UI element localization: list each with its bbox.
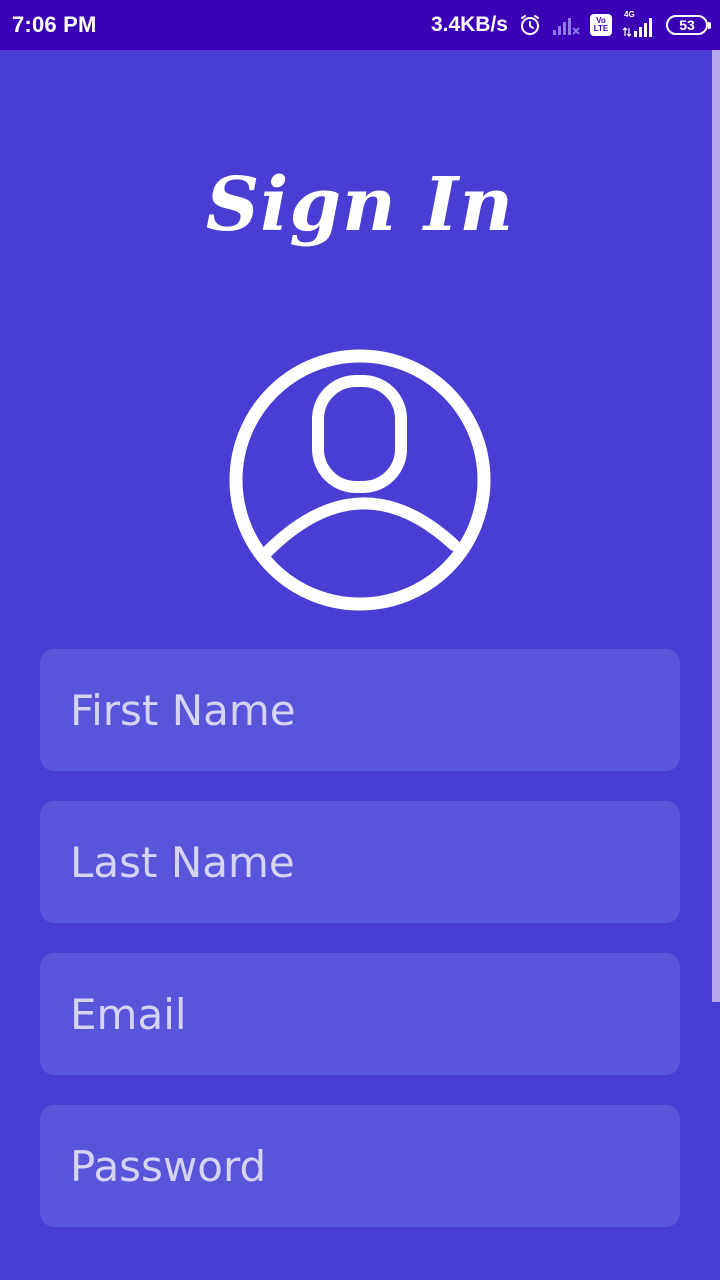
page-title: Sign In bbox=[205, 162, 515, 248]
email-input[interactable] bbox=[70, 989, 650, 1039]
status-time: 7:06 PM bbox=[12, 12, 97, 37]
signal-4g-icon: 4G bbox=[622, 10, 656, 38]
alarm-icon bbox=[518, 13, 542, 37]
battery-icon: 53 bbox=[666, 15, 711, 35]
last-name-input[interactable] bbox=[70, 837, 650, 887]
first-name-field[interactable] bbox=[40, 649, 680, 771]
user-circle-icon bbox=[228, 348, 492, 612]
password-field[interactable] bbox=[40, 1105, 680, 1227]
volte-icon: Vo LTE bbox=[590, 14, 612, 36]
email-field[interactable] bbox=[40, 953, 680, 1075]
status-icons: 3.4KB/s Vo LTE 4G 53 bbox=[430, 10, 711, 38]
signal-off-icon bbox=[552, 14, 580, 36]
password-input[interactable] bbox=[70, 1141, 650, 1191]
battery-level: 53 bbox=[679, 17, 695, 33]
volte-bottom-label: LTE bbox=[593, 24, 609, 33]
first-name-input[interactable] bbox=[70, 685, 650, 735]
last-name-field[interactable] bbox=[40, 801, 680, 923]
status-bar: 7:06 PM 3.4KB/s Vo LTE 4G 53 bbox=[0, 0, 720, 50]
network-speed: 3.4KB/s bbox=[430, 13, 508, 36]
